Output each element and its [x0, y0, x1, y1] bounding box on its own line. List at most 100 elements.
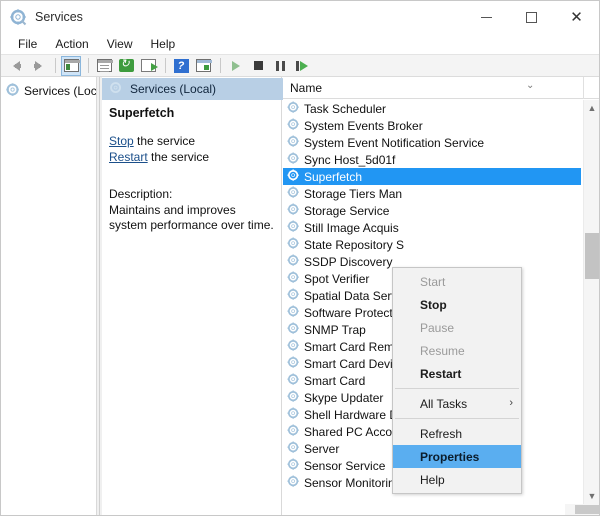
menu-item-restart[interactable]: Restart	[393, 362, 521, 385]
tree-item-services-local[interactable]: Services (Loca	[1, 81, 96, 101]
table-row[interactable]: Storage Service	[283, 202, 583, 219]
services-gear-icon	[287, 118, 300, 134]
services-gear-icon	[287, 458, 300, 474]
stop-service-link-suffix: the service	[134, 134, 195, 148]
minimize-button[interactable]	[464, 1, 509, 33]
window-body: Services (Loca Services (Local) Superfet…	[1, 77, 599, 515]
services-gear-icon	[287, 220, 300, 236]
menu-separator	[395, 418, 519, 419]
services-gear-icon	[287, 101, 300, 117]
menu-item-label: Restart	[420, 367, 461, 381]
service-name-label: Task Scheduler	[304, 102, 386, 116]
service-name-label: Smart Card Device	[304, 357, 405, 371]
close-icon: ✕	[570, 10, 583, 25]
service-name-label: Smart Card Remo	[304, 340, 401, 354]
menu-help[interactable]: Help	[142, 35, 185, 53]
menu-action[interactable]: Action	[46, 35, 97, 53]
menu-item-label: Properties	[420, 450, 479, 464]
menu-file[interactable]: File	[9, 35, 46, 53]
list-column-header: Name ⌄	[283, 77, 599, 99]
menu-item-start: Start	[393, 270, 521, 293]
menu-item-pause: Pause	[393, 316, 521, 339]
chevron-down-icon[interactable]: ⌄	[526, 82, 537, 89]
export-list-icon[interactable]	[138, 56, 158, 76]
properties-icon[interactable]	[94, 56, 114, 76]
menu-item-help[interactable]: Help	[393, 468, 521, 491]
pause-service-icon[interactable]	[270, 56, 290, 76]
maximize-button[interactable]	[509, 1, 554, 33]
menu-item-properties[interactable]: Properties	[393, 445, 521, 468]
refresh-icon[interactable]	[116, 56, 136, 76]
toolbar-separator	[88, 58, 89, 73]
details-pane-header: Services (Local)	[102, 78, 288, 100]
column-header-name[interactable]: Name	[290, 81, 322, 95]
menu-item-refresh[interactable]: Refresh	[393, 422, 521, 445]
menu-item-resume: Resume	[393, 339, 521, 362]
console-tree-pane: Services (Loca	[1, 77, 97, 515]
services-gear-icon	[287, 339, 300, 355]
forward-arrow-icon[interactable]	[28, 56, 48, 76]
stop-service-icon[interactable]	[248, 56, 268, 76]
service-name-label: Spot Verifier	[304, 272, 369, 286]
table-row[interactable]: Storage Tiers Man	[283, 185, 583, 202]
services-gear-icon	[287, 169, 300, 185]
service-name-label: SSDP Discovery	[304, 255, 392, 269]
services-gear-icon	[287, 373, 300, 389]
description-label: Description:	[109, 187, 172, 201]
horizontal-scrollbar-thumb[interactable]	[575, 505, 600, 514]
service-name-label: Sync Host_5d01f	[304, 153, 395, 167]
back-arrow-icon[interactable]	[6, 56, 26, 76]
restart-service-link-row: Restart the service	[109, 149, 209, 165]
menu-view[interactable]: View	[98, 35, 142, 53]
service-action-links: Stop the service Restart the service	[109, 133, 209, 165]
services-gear-icon	[287, 407, 300, 423]
menu-separator	[395, 388, 519, 389]
context-menu: Start Stop Pause Resume Restart All Tasks › Ref…	[392, 267, 522, 494]
horizontal-scrollbar[interactable]	[565, 504, 600, 515]
stop-service-link-row: Stop the service	[109, 133, 209, 149]
menu-item-label: Stop	[420, 298, 447, 312]
service-name-label: Software Protectio	[304, 306, 402, 320]
chevron-right-icon: ›	[509, 397, 513, 409]
toolbar: ?	[1, 54, 599, 77]
restart-service-icon[interactable]	[292, 56, 312, 76]
scroll-down-icon[interactable]: ▼	[584, 488, 600, 504]
window-controls: ✕	[464, 1, 599, 33]
restart-service-link[interactable]: Restart	[109, 150, 148, 164]
vertical-scrollbar[interactable]: ▲ ▼	[583, 100, 599, 504]
table-row[interactable]: System Events Broker	[283, 117, 583, 134]
new-window-icon[interactable]	[193, 56, 213, 76]
table-row[interactable]: System Event Notification Service	[283, 134, 583, 151]
service-name-label: Storage Tiers Man	[304, 187, 402, 201]
scroll-up-icon[interactable]: ▲	[584, 100, 600, 116]
menu-item-all-tasks[interactable]: All Tasks ›	[393, 392, 521, 415]
menu-item-label: Pause	[420, 321, 454, 335]
toolbar-separator	[165, 58, 166, 73]
service-name-label: Storage Service	[304, 204, 389, 218]
services-gear-icon	[287, 186, 300, 202]
description-text: Maintains and improves system performanc…	[109, 203, 275, 233]
table-row[interactable]: Task Scheduler	[283, 100, 583, 117]
table-row[interactable]: State Repository S	[283, 236, 583, 253]
menu-item-label: Refresh	[420, 427, 462, 441]
show-hide-console-tree-icon[interactable]	[61, 56, 81, 76]
service-name-label: Still Image Acquis	[304, 221, 399, 235]
service-name-label: Skype Updater	[304, 391, 383, 405]
menu-item-stop[interactable]: Stop	[393, 293, 521, 316]
services-gear-icon	[287, 475, 300, 491]
services-gear-icon	[287, 152, 300, 168]
table-row[interactable]: Superfetch	[283, 168, 581, 185]
close-button[interactable]: ✕	[554, 1, 599, 33]
service-name-label: Superfetch	[304, 170, 362, 184]
start-service-icon[interactable]	[226, 56, 246, 76]
services-gear-icon	[287, 305, 300, 321]
help-icon[interactable]: ?	[171, 56, 191, 76]
menu-item-label: All Tasks	[420, 397, 467, 411]
scrollbar-thumb[interactable]	[585, 233, 599, 279]
services-gear-icon	[6, 83, 20, 100]
service-name-label: State Repository S	[304, 238, 404, 252]
column-divider[interactable]	[583, 77, 584, 99]
table-row[interactable]: Sync Host_5d01f	[283, 151, 583, 168]
stop-service-link[interactable]: Stop	[109, 134, 134, 148]
table-row[interactable]: Still Image Acquis	[283, 219, 583, 236]
